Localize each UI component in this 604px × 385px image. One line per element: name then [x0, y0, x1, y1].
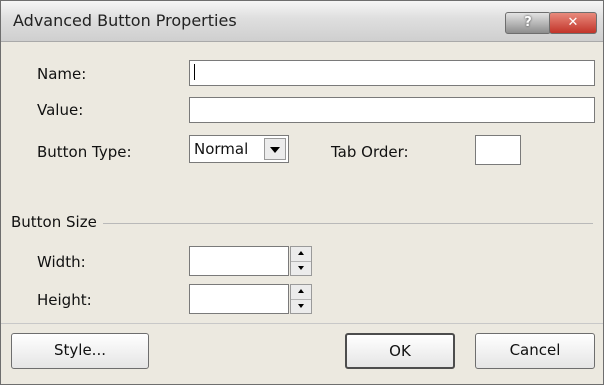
tab-order-input[interactable]: [475, 135, 521, 165]
style-button[interactable]: Style...: [11, 333, 149, 369]
width-input[interactable]: [189, 246, 289, 276]
spin-up-icon[interactable]: [291, 247, 311, 262]
title-bar[interactable]: Advanced Button Properties ? ✕: [1, 1, 603, 42]
dialog-title: Advanced Button Properties: [13, 11, 237, 30]
help-button[interactable]: ?: [505, 12, 551, 34]
height-label: Height:: [37, 291, 92, 309]
spin-down-icon[interactable]: [291, 261, 311, 275]
button-type-select[interactable]: Normal: [189, 135, 289, 163]
footer-divider: [1, 323, 603, 324]
width-spinner[interactable]: [290, 246, 312, 276]
height-input[interactable]: [189, 284, 289, 314]
tab-order-label: Tab Order:: [331, 143, 409, 161]
button-size-group-label: Button Size: [11, 213, 103, 231]
text-caret: [194, 64, 195, 80]
cancel-button[interactable]: Cancel: [475, 333, 595, 369]
width-label: Width:: [37, 253, 86, 271]
value-input[interactable]: [189, 97, 595, 123]
name-input[interactable]: [189, 60, 595, 86]
name-label: Name:: [37, 65, 87, 83]
button-type-label: Button Type:: [37, 143, 132, 161]
spin-down-icon[interactable]: [291, 299, 311, 313]
height-spinner[interactable]: [290, 284, 312, 314]
button-type-selected: Normal: [194, 140, 249, 158]
advanced-button-properties-dialog: Advanced Button Properties ? ✕ Name: Val…: [0, 0, 604, 385]
chevron-down-icon[interactable]: [264, 138, 286, 160]
close-button[interactable]: ✕: [549, 12, 597, 34]
value-label: Value:: [37, 101, 84, 119]
ok-button[interactable]: OK: [345, 333, 455, 369]
spin-up-icon[interactable]: [291, 285, 311, 300]
